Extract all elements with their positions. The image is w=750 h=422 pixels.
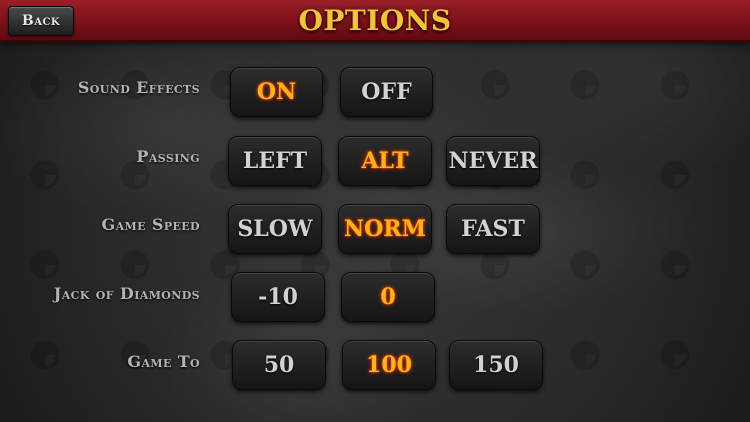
passing-alt-button[interactable]: ALT <box>338 136 432 186</box>
jack-0-button[interactable]: 0 <box>341 272 435 322</box>
sound-on-button[interactable]: ON <box>230 67 323 117</box>
passing-never-button[interactable]: NEVER <box>446 136 540 186</box>
game-speed-label: Game Speed <box>101 215 200 234</box>
game-to-150-button[interactable]: 150 <box>449 340 543 390</box>
speed-fast-button[interactable]: FAST <box>446 204 540 254</box>
jack-minus-10-button[interactable]: -10 <box>231 272 325 322</box>
game-to-label: Game To <box>127 352 200 371</box>
game-to-50-button[interactable]: 50 <box>232 340 326 390</box>
back-button[interactable]: Back <box>8 6 74 36</box>
speed-slow-button[interactable]: SLOW <box>228 204 322 254</box>
passing-label: Passing <box>136 147 200 166</box>
page-title: OPTIONS <box>298 4 452 37</box>
passing-left-button[interactable]: LEFT <box>228 136 322 186</box>
jack-of-diamonds-label: Jack of Diamonds <box>53 284 200 303</box>
game-to-100-button[interactable]: 100 <box>342 340 436 390</box>
speed-norm-button[interactable]: NORM <box>338 204 432 254</box>
sound-effects-label: Sound Effects <box>77 78 200 97</box>
sound-off-button[interactable]: OFF <box>340 67 433 117</box>
